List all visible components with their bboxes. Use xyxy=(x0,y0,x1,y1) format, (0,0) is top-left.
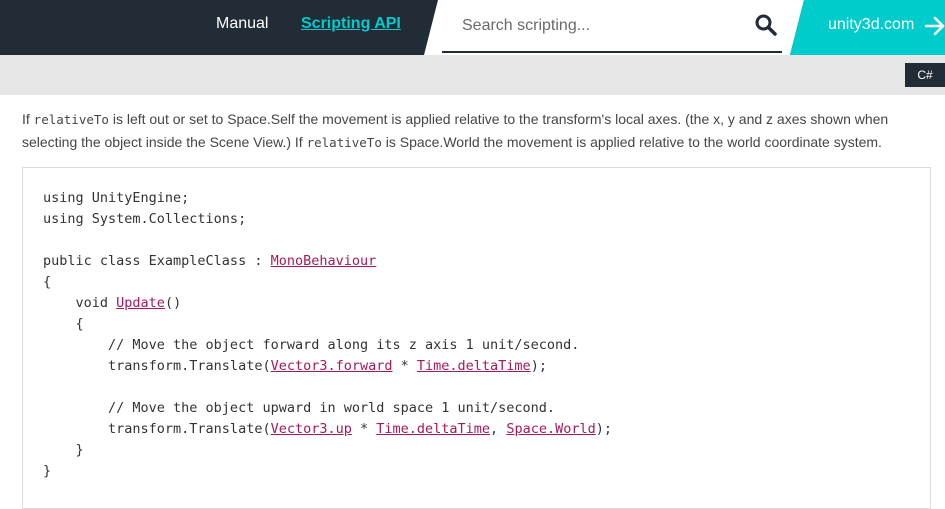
search-input[interactable] xyxy=(460,6,764,46)
code-line: void Update() xyxy=(43,293,612,314)
code-listing: using UnityEngine; using System.Collectio… xyxy=(43,188,612,482)
code-line: using UnityEngine; xyxy=(43,190,190,206)
time-deltatime-link[interactable]: Time.deltaTime xyxy=(417,358,531,374)
inline-code-relativeto-1: relativeTo xyxy=(33,112,109,127)
description-paragraph: If relativeTo is left out or set to Spac… xyxy=(22,108,932,154)
update-link[interactable]: Update xyxy=(116,295,165,311)
search-box xyxy=(424,0,804,55)
code-line: { xyxy=(43,274,52,290)
arrow-right-icon xyxy=(924,16,945,36)
vector3-up-link[interactable]: Vector3.up xyxy=(271,421,352,437)
search-button[interactable] xyxy=(754,13,780,39)
code-line: transform.Translate(Vector3.forward * Ti… xyxy=(43,356,612,377)
code-line: public class ExampleClass : MonoBehaviou… xyxy=(43,251,612,272)
space-world-link[interactable]: Space.World xyxy=(506,421,595,437)
code-line: transform.Translate(Vector3.up * Time.de… xyxy=(43,419,612,440)
unity3d-link-label: unity3d.com xyxy=(828,16,915,33)
code-line: { xyxy=(43,316,84,332)
monobehaviour-link[interactable]: MonoBehaviour xyxy=(271,253,377,269)
vector3-forward-link[interactable]: Vector3.forward xyxy=(271,358,393,374)
code-comment: // Move the object upward in world space… xyxy=(43,400,556,416)
code-text: ); xyxy=(595,421,612,437)
language-selector-csharp[interactable]: C# xyxy=(905,63,945,87)
nav-manual-link[interactable]: Manual xyxy=(216,15,268,33)
code-line: } xyxy=(43,442,84,458)
search-underline xyxy=(442,51,782,53)
code-line: using System.Collections; xyxy=(43,211,247,227)
code-text: ); xyxy=(530,358,547,374)
search-icon xyxy=(755,14,777,36)
code-text: , xyxy=(490,421,507,437)
code-text: * xyxy=(351,421,377,437)
code-text: transform.Translate( xyxy=(43,421,271,437)
code-line: } xyxy=(43,463,52,479)
code-text: public class ExampleClass : xyxy=(43,253,271,269)
code-comment: // Move the object forward along its z a… xyxy=(43,337,580,353)
code-example-block: using UnityEngine; using System.Collectio… xyxy=(22,167,931,509)
code-text: * xyxy=(392,358,417,374)
desc-text-3: is Space.World the movement is applied r… xyxy=(381,134,882,150)
nav-scripting-api-link[interactable]: Scripting API xyxy=(301,15,401,33)
code-text: () xyxy=(164,295,182,311)
unity3d-link[interactable]: unity3d.com xyxy=(790,0,945,55)
language-bar xyxy=(0,55,945,95)
inline-code-relativeto-2: relativeTo xyxy=(306,135,382,150)
time-deltatime-link[interactable]: Time.deltaTime xyxy=(376,421,490,437)
desc-text-1: If xyxy=(22,111,34,127)
code-text: transform.Translate( xyxy=(43,358,271,374)
code-text: void xyxy=(43,295,117,311)
